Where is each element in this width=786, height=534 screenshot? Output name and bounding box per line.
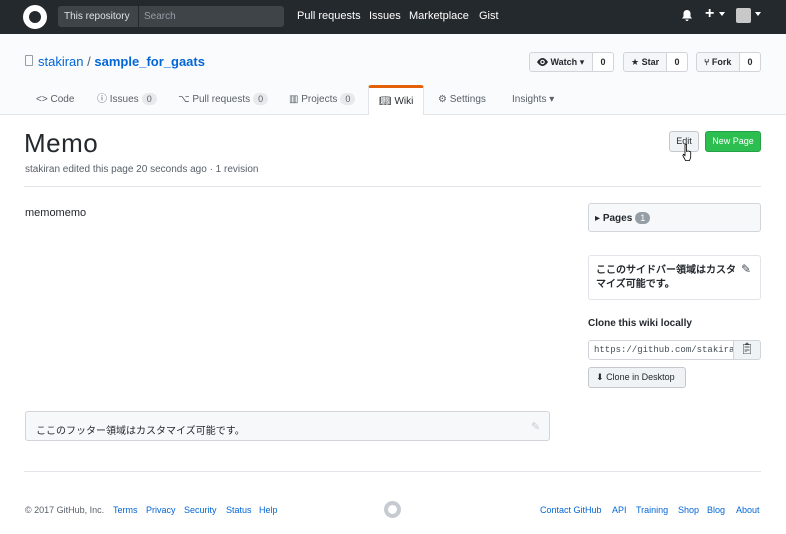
hand-cursor-icon	[682, 144, 692, 161]
footer-pencil-icon[interactable]: ✎	[531, 420, 540, 433]
watch-label: Watch	[550, 57, 578, 67]
code-icon: <>	[36, 94, 48, 105]
tab-projects-count: 0	[340, 93, 356, 105]
fork-count[interactable]: 0	[740, 52, 761, 72]
plus-caret-icon[interactable]	[719, 12, 725, 16]
tab-insights[interactable]: Insights ▾	[512, 85, 554, 115]
star-icon: ★	[631, 57, 640, 67]
caret-icon: ▾	[549, 94, 555, 105]
watch-count[interactable]: 0	[593, 52, 614, 72]
star-button[interactable]: ★ Star	[623, 52, 667, 72]
repo-owner-link[interactable]: stakiran	[38, 54, 84, 69]
footer-link-terms[interactable]: Terms	[113, 505, 138, 515]
plus-icon[interactable]: +	[705, 5, 714, 23]
fork-icon: ⑂	[704, 57, 710, 67]
avatar[interactable]	[736, 8, 751, 23]
repo-name-link[interactable]: sample_for_gaats	[94, 54, 205, 69]
nav-gist[interactable]: Gist	[479, 10, 499, 22]
tab-settings[interactable]: ⚙ Settings	[438, 85, 486, 115]
tab-issues[interactable]: ⓘ Issues 0	[97, 85, 157, 115]
footer-link-api[interactable]: API	[612, 505, 627, 515]
issue-icon: ⓘ	[97, 94, 107, 105]
triangle-right-icon: ▸	[595, 213, 601, 224]
book-icon: 📖︎	[379, 96, 392, 107]
star-label: Star	[641, 57, 660, 67]
tab-settings-label: Settings	[449, 94, 486, 105]
desktop-download-icon: ⬇	[596, 372, 604, 382]
clone-desktop-label: Clone in Desktop	[606, 372, 675, 382]
tab-pull-requests[interactable]: ⌥ Pull requests 0	[178, 85, 269, 115]
footer-link-help[interactable]: Help	[259, 505, 278, 515]
fork-button[interactable]: ⑂ Fork	[696, 52, 740, 72]
pr-icon: ⌥	[178, 94, 190, 105]
new-page-button[interactable]: New Page	[705, 131, 761, 152]
pages-toggle[interactable]: ▸ Pages 1	[595, 212, 651, 224]
repo-title: stakiran / sample_for_gaats	[38, 54, 205, 69]
clipboard-icon[interactable]: 📋︎	[733, 340, 761, 360]
sidebar-pencil-icon[interactable]: ✎	[741, 262, 751, 276]
tab-wiki[interactable]: 📖︎ Wiki	[368, 85, 425, 115]
avatar-caret-icon[interactable]	[755, 12, 761, 16]
footer-link-about[interactable]: About	[736, 505, 760, 515]
nav-pull-requests[interactable]: Pull requests	[297, 10, 361, 22]
custom-sidebar-text: ここのサイドバー領域はカスタマイズ可能です。	[596, 265, 736, 290]
page-title: Memo	[24, 128, 99, 158]
wiki-footer-text: ここのフッター領域はカスタマイズ可能です。	[36, 426, 245, 437]
tab-issues-label: Issues	[109, 94, 139, 105]
tab-code[interactable]: <> Code	[36, 85, 74, 115]
tab-projects[interactable]: ▥ Projects 0	[289, 85, 356, 115]
footer-link-privacy[interactable]: Privacy	[146, 505, 176, 515]
tab-issues-count: 0	[141, 93, 157, 105]
footer-github-logo-icon[interactable]	[384, 501, 401, 518]
gear-icon: ⚙	[438, 94, 447, 105]
page-meta: stakiran edited this page 20 seconds ago…	[25, 164, 259, 175]
footer-divider	[24, 471, 761, 472]
eye-icon	[537, 58, 548, 66]
github-logo-icon[interactable]	[23, 5, 47, 29]
repo-icon	[25, 55, 33, 66]
tab-pr-count: 0	[253, 93, 269, 105]
repo-separator: /	[87, 54, 91, 69]
footer-link-status[interactable]: Status	[226, 505, 252, 515]
search-input[interactable]	[138, 6, 284, 27]
footer-link-training[interactable]: Training	[636, 505, 668, 515]
clone-url-input[interactable]	[588, 340, 734, 360]
watch-button[interactable]: Watch ▾	[529, 52, 593, 72]
clone-title: Clone this wiki locally	[588, 318, 692, 329]
tab-code-label: Code	[50, 94, 75, 105]
star-count[interactable]: 0	[667, 52, 688, 72]
tab-pr-label: Pull requests	[192, 94, 251, 105]
fork-label: Fork	[711, 57, 732, 67]
footer-copyright: © 2017 GitHub, Inc.	[25, 505, 105, 515]
page-content: memomemo	[25, 207, 87, 219]
nav-issues[interactable]: Issues	[369, 10, 401, 22]
footer-link-contact[interactable]: Contact GitHub	[540, 505, 602, 515]
bell-icon[interactable]	[681, 9, 693, 25]
tab-wiki-label: Wiki	[394, 96, 414, 107]
project-icon: ▥	[289, 94, 299, 105]
pages-count: 1	[635, 212, 651, 224]
search-scope-label: This repository	[58, 6, 138, 27]
tab-insights-label: Insights	[512, 94, 547, 105]
tab-projects-label: Projects	[301, 94, 338, 105]
title-divider	[24, 186, 761, 187]
pages-label: Pages	[602, 213, 633, 224]
footer-link-shop[interactable]: Shop	[678, 505, 699, 515]
nav-marketplace[interactable]: Marketplace	[409, 10, 469, 22]
footer-link-security[interactable]: Security	[184, 505, 217, 515]
clone-desktop-button[interactable]: ⬇ Clone in Desktop	[588, 367, 686, 388]
footer-link-blog[interactable]: Blog	[707, 505, 725, 515]
